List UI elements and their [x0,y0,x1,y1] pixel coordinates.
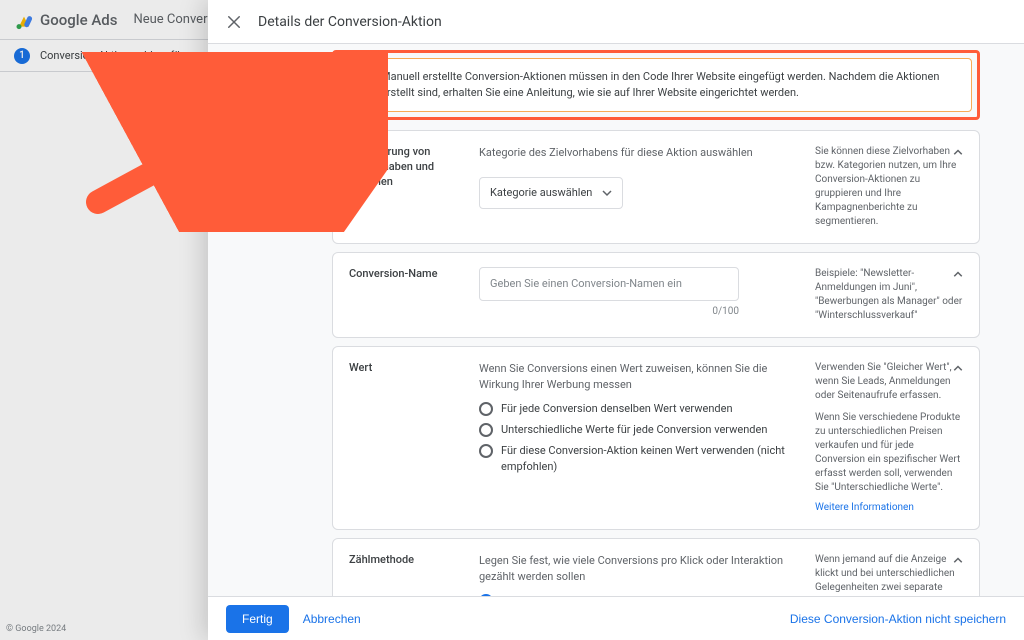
chevron-up-icon [949,143,967,161]
card-title: Wert [349,361,461,515]
category-select-label: Kategorie auswählen [490,185,592,201]
help-text: Beispiele: "Newsletter-Anmeldungen im Ju… [815,267,963,323]
help-text-1: Verwenden Sie "Gleicher Wert", wenn Sie … [815,361,963,403]
collapse-toggle[interactable] [949,359,967,380]
done-button[interactable]: Fertig [226,605,289,633]
card-title: Zählmethode [349,553,461,596]
radio-label: Alle [501,593,519,596]
value-heading: Wenn Sie Conversions einen Wert zuweisen… [479,361,797,393]
placeholder-text: Geben Sie einen Conversion-Namen ein [490,277,682,290]
cancel-button[interactable]: Abbrechen [303,612,361,626]
char-count: 0/100 [479,305,739,320]
dialog-header: Details der Conversion-Aktion [208,0,1024,44]
card-count-method: Zählmethode Legen Sie fest, wie viele Co… [332,538,980,596]
conversion-name-input[interactable]: Geben Sie einen Conversion-Namen ein [479,267,739,301]
chevron-up-icon [949,265,967,283]
dont-save-button[interactable]: Diese Conversion-Aktion nicht speichern [790,612,1006,626]
close-icon [225,13,243,31]
dialog-body[interactable]: Manuell erstellte Conversion-Aktionen mü… [208,44,1024,596]
radio-label: Für jede Conversion denselben Wert verwe… [501,401,733,417]
card-title: Conversion-Name [349,267,461,323]
close-button[interactable] [224,12,244,32]
dialog-title: Details der Conversion-Aktion [258,14,442,30]
chevron-up-icon [949,551,967,569]
radio-diff-value[interactable]: Unterschiedliche Werte für jede Conversi… [479,422,797,438]
radio-label: Unterschiedliche Werte für jede Conversi… [501,422,767,438]
card-value: Wert Wenn Sie Conversions einen Wert zuw… [332,346,980,530]
card-title: Optimierung von Zielvorhaben und Aktione… [349,145,461,229]
chevron-up-icon [949,359,967,377]
radio-label: Für diese Conversion-Aktion keinen Wert … [501,443,797,475]
card-conversion-name: Conversion-Name Geben Sie einen Conversi… [332,252,980,338]
learn-more-link[interactable]: Weitere Informationen [815,501,914,515]
alert-highlight-frame: Manuell erstellte Conversion-Aktionen mü… [332,50,980,120]
card-goal-optimization: Optimierung von Zielvorhaben und Aktione… [332,130,980,244]
alert-text: Manuell erstellte Conversion-Aktionen mü… [381,69,957,101]
help-text: Sie können diese Zielvorhaben bzw. Kateg… [815,145,963,229]
category-select[interactable]: Kategorie auswählen [479,177,623,209]
radio-same-value[interactable]: Für jede Conversion denselben Wert verwe… [479,401,797,417]
collapse-toggle[interactable] [949,551,967,572]
conversion-action-dialog: Details der Conversion-Aktion Manuell er… [208,0,1024,640]
radio-all[interactable]: Alle [479,593,797,596]
warning-icon [355,70,371,86]
help-text-2: Wenn Sie verschiedene Produkte zu unters… [815,411,963,495]
collapse-toggle[interactable] [949,265,967,286]
collapse-toggle[interactable] [949,143,967,164]
count-heading: Legen Sie fest, wie viele Conversions pr… [479,553,797,585]
dialog-footer: Fertig Abbrechen Diese Conversion-Aktion… [208,596,1024,640]
manual-setup-alert: Manuell erstellte Conversion-Aktionen mü… [340,58,972,112]
category-heading: Kategorie des Zielvorhabens für diese Ak… [479,145,797,161]
chevron-down-icon [602,188,612,198]
help-text: Wenn jemand auf die Anzeige klickt und b… [815,553,963,596]
radio-no-value[interactable]: Für diese Conversion-Aktion keinen Wert … [479,443,797,475]
